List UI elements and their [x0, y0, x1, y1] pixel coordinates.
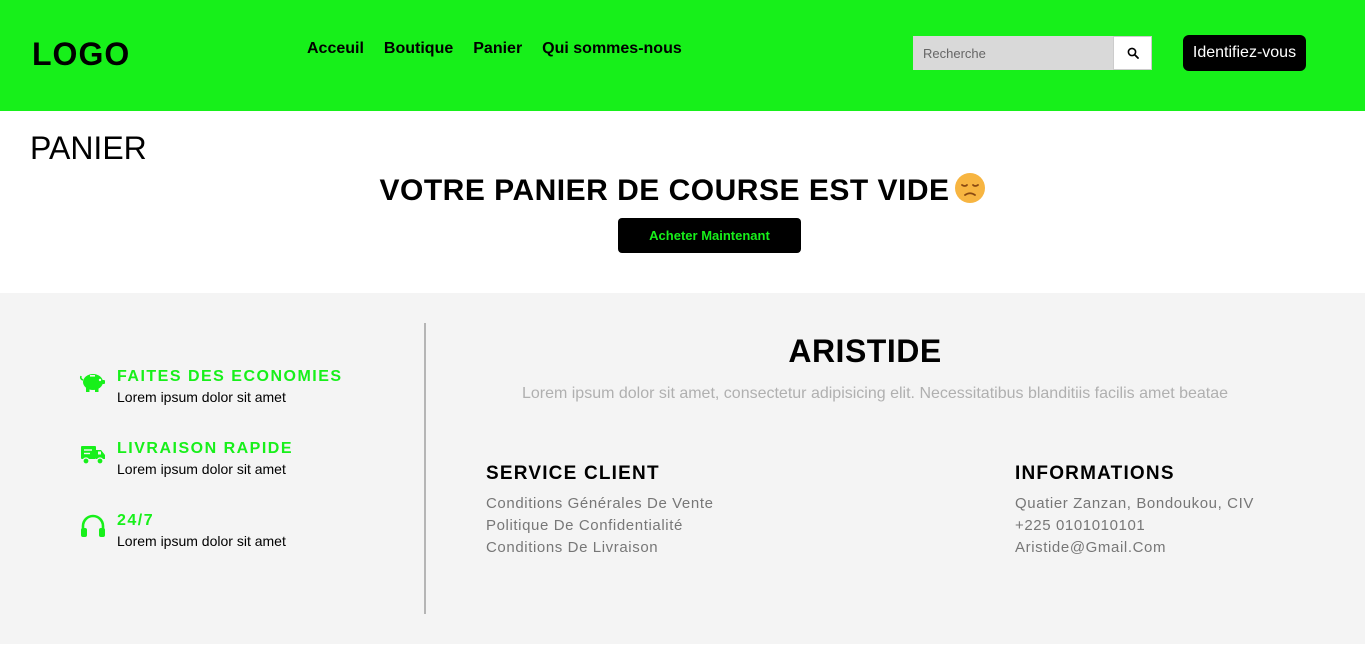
footer-brand: ARISTIDE — [788, 333, 942, 369]
search-icon — [1127, 47, 1139, 59]
nav-link-qui-sommes-nous[interactable]: Qui sommes-nous — [542, 40, 682, 58]
feature-desc: Lorem ipsum dolor sit amet — [117, 461, 286, 477]
feature-title: FAITES DES ECONOMIES — [117, 368, 343, 385]
feature-livraison: LIVRAISON RAPIDE Lorem ipsum dolor sit a… — [79, 440, 293, 477]
footer-brand-desc: Lorem ipsum dolor sit amet, consectetur … — [521, 385, 1229, 402]
site-header: LOGO Acceuil Boutique Panier Qui sommes-… — [0, 0, 1365, 111]
sad-face-icon — [954, 173, 985, 203]
delivery-truck-icon — [81, 446, 105, 465]
feature-title: LIVRAISON RAPIDE — [117, 440, 294, 457]
empty-cart-text: VOTRE PANIER DE COURSE EST VIDE — [379, 174, 950, 207]
feature-economies: FAITES DES ECONOMIES Lorem ipsum dolor s… — [79, 368, 343, 405]
buy-now-button[interactable]: Acheter Maintenant — [618, 218, 801, 253]
login-button[interactable]: Identifiez-vous — [1183, 35, 1306, 71]
link-confidentialite[interactable]: Politique De Confidentialité — [486, 515, 714, 537]
site-logo[interactable]: LOGO — [32, 36, 130, 73]
informations-column: INFORMATIONS Quatier Zanzan, Bondoukou, … — [1015, 463, 1254, 559]
empty-cart-message: VOTRE PANIER DE COURSE EST VIDE — [0, 172, 1365, 208]
feature-support: 24/7 Lorem ipsum dolor sit amet — [79, 512, 286, 549]
info-email: Aristide@Gmail.Com — [1015, 539, 1167, 556]
nav-link-panier[interactable]: Panier — [473, 40, 522, 58]
informations-title: INFORMATIONS — [1015, 463, 1175, 484]
search-button[interactable] — [1113, 36, 1152, 70]
info-phone: +225 0101010101 — [1015, 517, 1146, 534]
footer-divider — [424, 323, 426, 614]
feature-desc: Lorem ipsum dolor sit amet — [117, 389, 286, 405]
page-title: PANIER — [30, 130, 147, 166]
nav-link-acceuil[interactable]: Acceuil — [307, 40, 364, 58]
search-input[interactable] — [913, 36, 1113, 70]
link-conditions-livraison[interactable]: Conditions De Livraison — [486, 537, 714, 559]
headphones-icon — [81, 514, 105, 537]
feature-desc: Lorem ipsum dolor sit amet — [117, 533, 286, 549]
service-client-column: SERVICE CLIENT Conditions Générales De V… — [486, 463, 714, 559]
service-client-title: SERVICE CLIENT — [486, 463, 660, 484]
main-nav: Acceuil Boutique Panier Qui sommes-nous — [307, 40, 682, 58]
nav-link-boutique[interactable]: Boutique — [384, 40, 453, 58]
piggy-bank-icon — [79, 374, 105, 392]
search-bar — [913, 36, 1152, 70]
link-conditions-vente[interactable]: Conditions Générales De Vente — [486, 493, 714, 515]
feature-title: 24/7 — [117, 512, 155, 529]
site-footer: FAITES DES ECONOMIES Lorem ipsum dolor s… — [0, 293, 1365, 644]
info-address: Quatier Zanzan, Bondoukou, CIV — [1015, 495, 1254, 512]
